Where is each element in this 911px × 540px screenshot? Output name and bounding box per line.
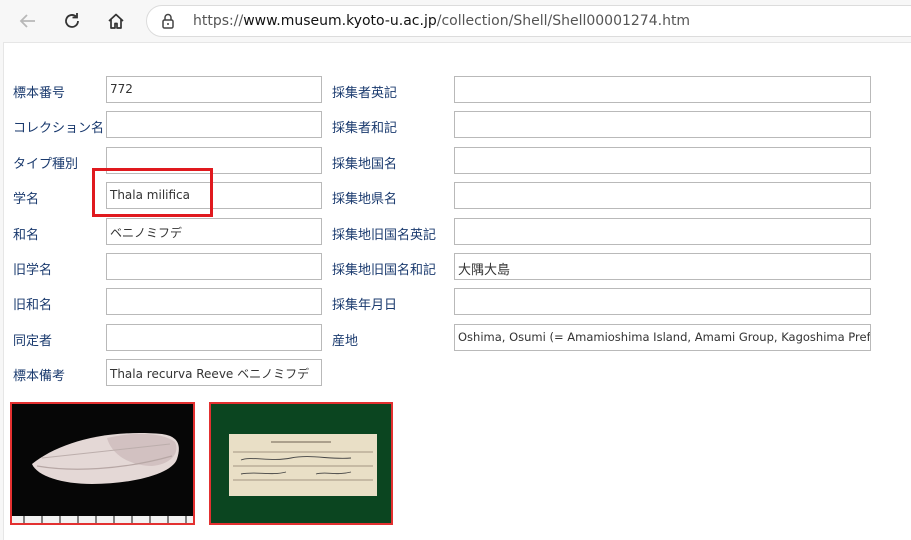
address-bar[interactable]: https://www.museum.kyoto-u.ac.jp/collect… [146,5,911,37]
url-path: /collection/Shell/Shell00001274.htm [436,13,691,29]
browser-toolbar: https://www.museum.kyoto-u.ac.jp/collect… [0,0,911,42]
label-specimen-number: 標本番号 [13,86,66,101]
label-identifier: 同定者 [13,334,53,349]
identifier-field[interactable] [106,324,322,351]
label-collector-japanese: 採集者和記 [332,121,398,136]
label-collector-english: 採集者英記 [332,86,398,101]
label-image [211,404,391,523]
specimen-remarks-field[interactable]: Thala recurva Reeve ベニノミフデ [106,359,322,386]
label-collection-name: コレクション名 [13,121,105,136]
label-scientific-name: 学名 [13,192,40,207]
scientific-name-highlight [92,168,213,217]
label-old-province-japanese: 採集地旧国名和記 [332,263,437,278]
label-old-province-english: 採集地旧国名英記 [332,228,437,243]
old-japanese-name-field[interactable] [106,288,322,315]
reload-icon[interactable] [57,6,87,36]
shell-photo[interactable] [10,402,195,525]
collector-english-field[interactable] [454,76,871,103]
specimen-label-photo[interactable] [209,402,393,525]
label-type-category: タイプ種別 [13,157,79,172]
collection-date-field[interactable] [454,288,871,315]
url-domain: www.museum.kyoto-u.ac.jp [243,13,437,29]
label-japanese-name: 和名 [13,228,40,243]
collector-japanese-field[interactable] [454,111,871,138]
specimen-number-field[interactable]: 772 [106,76,322,103]
label-locality: 産地 [332,334,359,349]
label-collection-prefecture: 採集地県名 [332,192,398,207]
collection-name-field[interactable] [106,111,322,138]
locality-field[interactable]: Oshima, Osumi (= Amamioshima Island, Ama… [454,324,871,351]
label-old-scientific-name: 旧学名 [13,263,53,278]
url-text[interactable]: https://www.museum.kyoto-u.ac.jp/collect… [193,13,690,29]
old-province-english-field[interactable] [454,218,871,245]
label-collection-country: 採集地国名 [332,157,398,172]
home-icon[interactable] [101,6,131,36]
japanese-name-field[interactable]: ベニノミフデ [106,218,322,245]
url-prefix: https:// [193,13,244,29]
collection-country-field[interactable] [454,147,871,174]
collection-prefecture-field[interactable] [454,182,871,209]
old-scientific-name-field[interactable] [106,253,322,280]
old-province-japanese-field[interactable]: 大隅大島 [454,253,871,280]
lock-icon[interactable] [161,13,175,33]
label-specimen-remarks: 標本備考 [13,369,66,384]
label-collection-date: 採集年月日 [332,298,398,313]
label-old-japanese-name: 旧和名 [13,298,53,313]
back-arrow-icon[interactable] [13,6,43,36]
shell-image [12,404,193,523]
